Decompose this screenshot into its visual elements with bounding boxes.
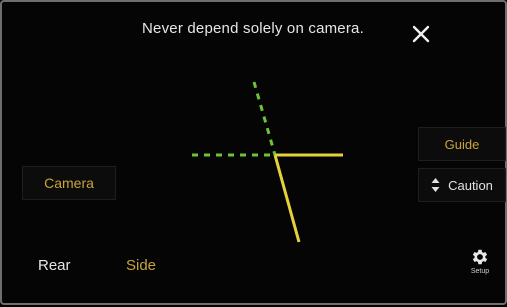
caution-label: Caution [448, 177, 493, 193]
updown-arrows-icon [431, 178, 440, 192]
caution-button[interactable]: Caution [418, 168, 506, 202]
camera-view-screen: Never depend solely on camera. Camera Gu… [0, 0, 507, 305]
gear-icon [472, 249, 488, 265]
camera-button[interactable]: Camera [22, 166, 116, 200]
setup-button[interactable]: Setup [460, 247, 500, 283]
guide-line-dashed-vertical [252, 81, 277, 156]
tab-rear[interactable]: Rear [38, 257, 71, 274]
guide-button[interactable]: Guide [418, 127, 506, 161]
setup-label: Setup [470, 268, 490, 275]
guide-line-solid-diagonal [273, 154, 301, 243]
tab-side[interactable]: Side [126, 257, 156, 274]
